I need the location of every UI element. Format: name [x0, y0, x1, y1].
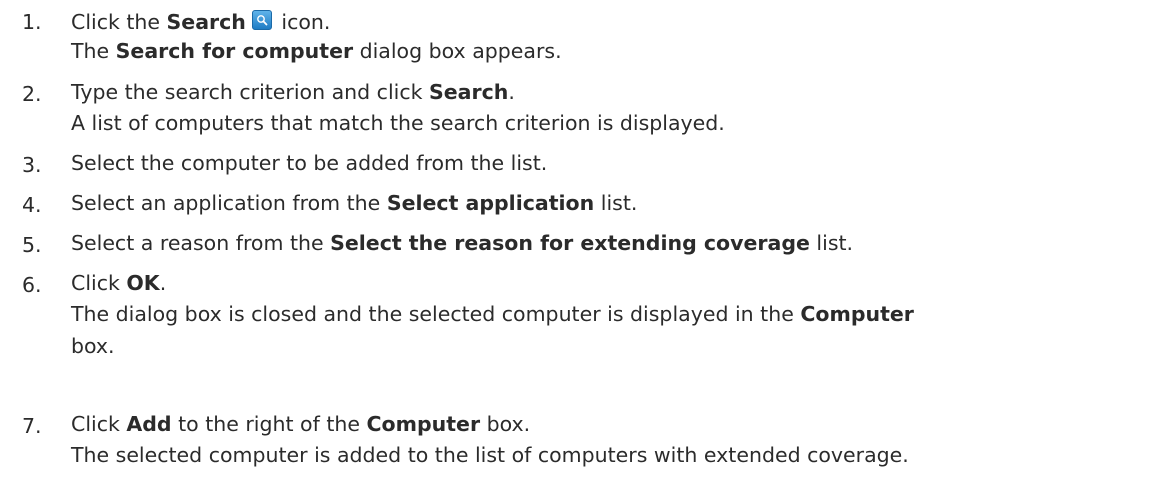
step-number: 6.: [22, 273, 42, 297]
step-7-line-1: Click Add to the right of the Computer b…: [71, 412, 531, 436]
step-6-line-2: The dialog box is closed and the selecte…: [71, 302, 914, 326]
step-5-line-1: Select a reason from the Select the reas…: [71, 231, 854, 255]
step-number: 3.: [22, 153, 42, 177]
step-number: 2.: [22, 82, 42, 106]
ui-term: Computer: [366, 412, 481, 436]
step-number: 7.: [22, 414, 42, 438]
step-2-line-1: Type the search criterion and click Sear…: [71, 80, 515, 104]
ui-term: Select the reason for extending coverage: [330, 231, 810, 255]
ui-term: OK: [126, 271, 160, 295]
ui-term: Search: [429, 80, 509, 104]
step-1-line-2: The Search for computer dialog box appea…: [71, 39, 562, 63]
ui-term: Computer: [800, 302, 914, 326]
step-6-line-1: Click OK.: [71, 271, 167, 295]
step-6-line-3: box.: [71, 334, 115, 358]
step-1-line-1: Click the Search icon.: [71, 10, 331, 34]
ui-term: Select application: [386, 191, 595, 215]
step-2-line-2: A list of computers that match the searc…: [71, 111, 725, 135]
step-number: 1.: [22, 10, 42, 34]
ui-term: Search for computer: [115, 39, 354, 63]
search-icon: [251, 10, 272, 30]
ui-term: Add: [126, 412, 172, 436]
ui-term: Search: [166, 10, 246, 34]
step-number: 4.: [22, 193, 42, 217]
step-4-line-1: Select an application from the Select ap…: [71, 191, 638, 215]
step-number: 5.: [22, 233, 42, 257]
step-3-line-1: Select the computer to be added from the…: [71, 151, 548, 175]
step-7-line-2: The selected computer is added to the li…: [71, 443, 909, 467]
